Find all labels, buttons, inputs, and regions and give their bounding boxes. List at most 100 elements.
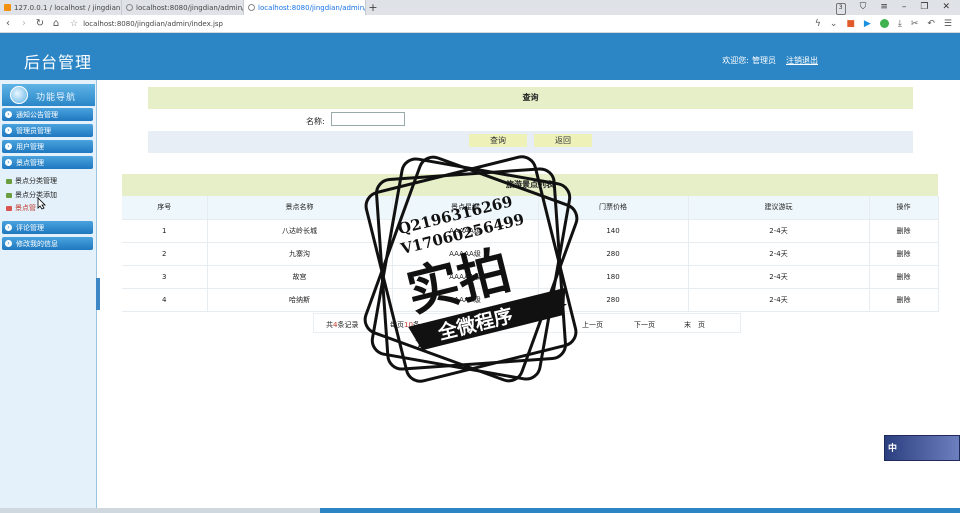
cell-index: 4 [122, 288, 208, 312]
mouse-cursor-icon [37, 197, 46, 210]
folder-icon [6, 192, 12, 198]
more-menu-icon[interactable]: ☰ [944, 19, 952, 29]
minimize-icon[interactable]: – [902, 0, 907, 15]
sidebar: 功能导航 › 通知公告管理 › 管理员管理 › 用户管理 › 景点管理 景点分类… [0, 80, 97, 513]
address-bar[interactable]: ☆ localhost:8080/jingdian/admin/index.js… [70, 19, 815, 29]
query-button[interactable]: 查询 [469, 134, 527, 147]
menu-icon[interactable]: ≡ [880, 0, 888, 15]
url-text[interactable]: localhost:8080/jingdian/admin/index.jsp [83, 20, 223, 28]
scissors-icon[interactable]: ✂ [911, 19, 919, 29]
chevron-down-icon[interactable]: ⌄ [830, 19, 838, 29]
menu-admin-management[interactable]: › 管理员管理 [2, 124, 93, 137]
submenu-label: 景点分类管理 [15, 177, 57, 185]
folder-icon [6, 205, 12, 211]
delete-link[interactable]: 删除 [869, 219, 939, 243]
status-strip [0, 508, 960, 513]
next-page-link[interactable]: 下一页 [634, 320, 655, 330]
reload-icon[interactable]: ↻ [32, 18, 48, 29]
cell-index: 2 [122, 242, 208, 266]
new-tab-button[interactable]: + [366, 0, 380, 15]
search-row: 名称: [148, 109, 913, 131]
cell-duration: 2-4天 [688, 288, 870, 312]
submenu-label: 景点管 [15, 204, 36, 212]
menu-comment-management[interactable]: › 评论管理 [2, 221, 93, 234]
phpmyadmin-icon [4, 4, 11, 11]
delete-link[interactable]: 删除 [869, 288, 939, 312]
page-title: 后台管理 [24, 53, 93, 72]
wechat-icon[interactable] [879, 19, 889, 28]
horizontal-scrollbar[interactable] [0, 508, 320, 513]
menu-notice-management[interactable]: › 通知公告管理 [2, 108, 93, 121]
sidebar-splitter[interactable] [96, 278, 100, 310]
cell-duration: 2-4天 [688, 242, 870, 266]
lightning-icon[interactable]: ϟ [815, 19, 821, 29]
app-header: 后台管理 欢迎您: 管理员 注销退出 [0, 33, 960, 80]
tab-title: 127.0.0.1 / localhost / jingdian | ph [14, 3, 121, 12]
home-icon[interactable]: ⌂ [48, 18, 64, 29]
browser-tab-phpmyadmin[interactable]: 127.0.0.1 / localhost / jingdian | ph [0, 0, 122, 15]
globe-icon [248, 4, 255, 11]
browser-tab-admin-1[interactable]: localhost:8080/jingdian/admin/ind [122, 0, 244, 15]
video-icon[interactable]: ■ [846, 19, 855, 29]
menu-scenic-management[interactable]: › 景点管理 [2, 156, 93, 169]
logout-link[interactable]: 注销退出 [786, 55, 818, 66]
submenu-category-add[interactable]: 景点分类添加 [6, 190, 57, 200]
cell-duration: 2-4天 [688, 219, 870, 243]
cell-duration: 2-4天 [688, 265, 870, 289]
star-icon: ★ [414, 332, 430, 353]
nav-title: 功能导航 [36, 93, 77, 103]
browser-toolbar: ‹ › ↻ ⌂ ☆ localhost:8080/jingdian/admin/… [0, 15, 960, 33]
total-suffix: 条记录 [337, 321, 359, 329]
name-label: 名称: [306, 117, 325, 126]
last-page-link[interactable]: 末 页 [684, 320, 705, 330]
welcome-label: 欢迎您: [722, 56, 749, 65]
restore-icon[interactable]: ❐ [920, 0, 928, 15]
name-input[interactable] [331, 112, 405, 126]
window-controls: 3 ⛉ ≡ – ❐ ✕ [835, 0, 960, 15]
prev-page-link[interactable]: 上一页 [582, 320, 603, 330]
menu-user-management[interactable]: › 用户管理 [2, 140, 93, 153]
globe-icon [126, 4, 133, 11]
ime-mode-label[interactable]: 中 [888, 441, 897, 454]
shirt-icon[interactable]: ⛉ [860, 0, 867, 15]
menu-label: 通知公告管理 [16, 110, 58, 119]
download-icon[interactable]: ⤓ [898, 19, 902, 29]
nav-header: 功能导航 [2, 84, 95, 106]
undo-icon[interactable]: ↶ [927, 19, 935, 29]
bookmark-star-icon[interactable]: ☆ [70, 19, 78, 29]
cell-index: 1 [122, 219, 208, 243]
back-icon[interactable]: ‹ [0, 18, 16, 29]
header-user-area: 欢迎您: 管理员 注销退出 [722, 55, 818, 66]
clock-logo-icon [10, 86, 28, 104]
delete-link[interactable]: 删除 [869, 242, 939, 266]
browser-extensions: ϟ ⌄ ■ ▶ ⤓ ✂ ↶ ☰ [815, 19, 960, 29]
watermark-stamp: Q2196316269 V17060256499 实拍 全微程序 ★ ★ [363, 155, 579, 383]
close-window-icon[interactable]: ✕ [942, 0, 950, 15]
ime-toolbar[interactable]: 中 [884, 435, 960, 461]
total-prefix: 共 [326, 321, 333, 329]
menu-label: 管理员管理 [16, 126, 51, 135]
column-header: 序号 [122, 196, 208, 220]
submenu-scenic-management[interactable]: 景点管 [6, 203, 36, 213]
menu-label: 修改我的信息 [16, 239, 58, 248]
folder-icon [6, 178, 12, 184]
column-header: 建议游玩 [688, 196, 870, 220]
menu-edit-my-info[interactable]: › 修改我的信息 [2, 237, 93, 250]
back-button[interactable]: 返回 [534, 134, 592, 147]
arrow-right-icon: › [5, 111, 12, 118]
arrow-right-icon: › [5, 143, 12, 150]
delete-link[interactable]: 删除 [869, 265, 939, 289]
menu-label: 评论管理 [16, 223, 44, 232]
browser-tab-admin-active[interactable]: localhost:8080/jingdian/admin/in × [244, 0, 366, 15]
column-header: 操作 [869, 196, 939, 220]
search-panel: 查询 名称: 查询 返回 [148, 87, 913, 157]
play-icon[interactable]: ▶ [864, 19, 871, 29]
menu-label: 景点管理 [16, 158, 44, 167]
total-records: 共4条记录 [326, 320, 358, 330]
submenu-category-management[interactable]: 景点分类管理 [6, 176, 57, 186]
arrow-right-icon: › [5, 240, 12, 247]
tab-count-badge[interactable]: 3 [835, 3, 846, 15]
forward-icon[interactable]: › [16, 18, 32, 29]
cell-index: 3 [122, 265, 208, 289]
browser-tab-bar: 127.0.0.1 / localhost / jingdian | ph lo… [0, 0, 960, 15]
